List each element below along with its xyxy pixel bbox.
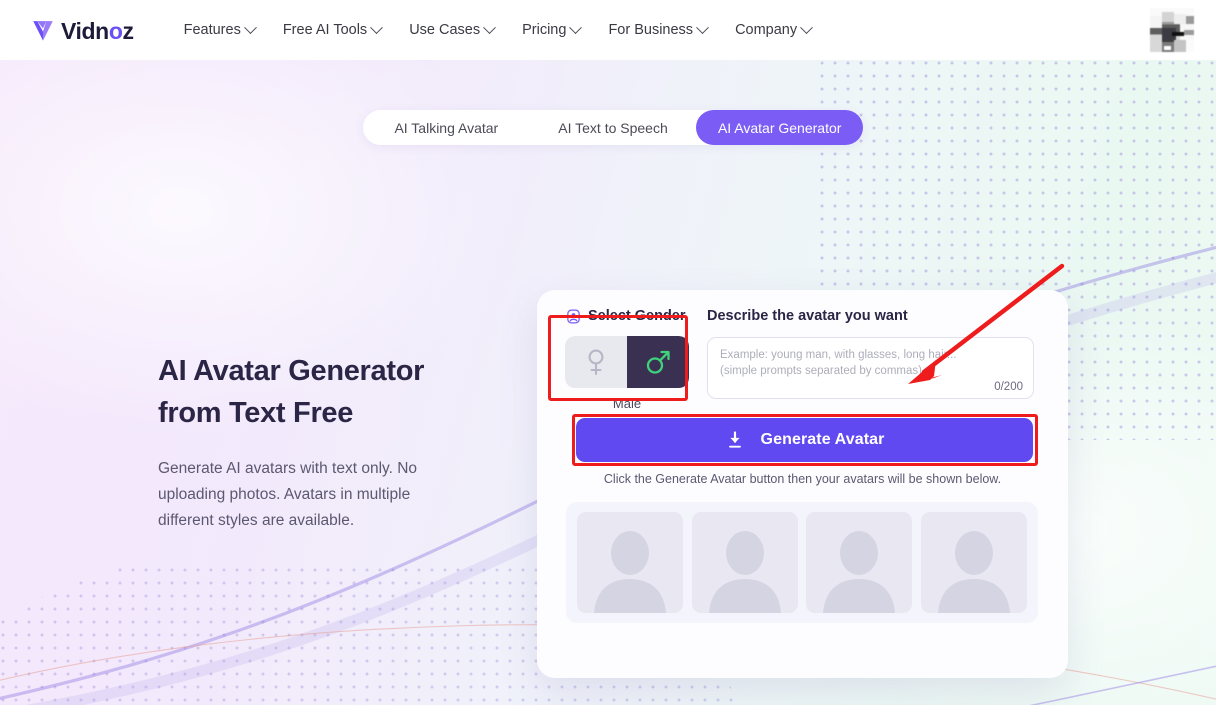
generate-hint-text: Click the Generate Avatar button then yo… — [603, 472, 1002, 486]
character-counter: 0/200 — [994, 381, 1023, 393]
headline-line-2: from Text Free — [158, 397, 354, 429]
select-gender-label: Select Gender — [565, 306, 715, 326]
chevron-down-icon — [370, 20, 384, 34]
person-badge-icon — [567, 308, 580, 324]
gender-option-group — [565, 336, 689, 388]
chevron-down-icon — [483, 20, 496, 34]
logo-text-main: Vidn — [61, 17, 109, 44]
tool-tab-switcher: AI Talking Avatar AI Text to Speech AI A… — [363, 110, 864, 145]
site-header: Vidnoz Features Free AI Tools Use Cases … — [0, 0, 1216, 60]
avatar-generator-card: Select Gender Male Describe the avatar y… — [537, 290, 1068, 678]
tab-ai-avatar-generator[interactable]: AI Avatar Generator — [696, 110, 864, 145]
nav-item-free-ai-tools[interactable]: Free AI Tools — [269, 16, 395, 44]
person-silhouette-icon — [937, 531, 1010, 613]
field-label-text: Describe the avatar you want — [707, 308, 908, 324]
nav-item-for-business[interactable]: For Business — [594, 16, 721, 44]
nav-label: Use Cases — [409, 22, 481, 38]
female-venus-icon — [588, 349, 604, 376]
gender-option-female[interactable] — [565, 336, 627, 388]
vidnoz-v-logo-icon — [33, 21, 53, 41]
nav-item-pricing[interactable]: Pricing — [508, 16, 594, 44]
field-label-text: Select Gender — [588, 308, 686, 324]
person-silhouette-icon — [708, 531, 781, 613]
hero-subcopy: Generate AI avatars with text only. No u… — [158, 460, 418, 529]
avatar[interactable] — [1150, 8, 1194, 52]
person-silhouette-icon — [823, 531, 896, 613]
nav-label: Free AI Tools — [282, 22, 368, 38]
generate-avatar-button[interactable]: Generate Avatar — [576, 418, 1033, 462]
chevron-down-icon — [696, 20, 709, 34]
nav-label: Pricing — [522, 22, 567, 38]
logo-text-tail: z — [122, 17, 134, 44]
gender-option-male[interactable] — [627, 336, 689, 388]
avatar-results-panel — [566, 502, 1038, 623]
avatar-placeholder-3[interactable] — [806, 512, 913, 613]
generate-avatar-label: Generate Avatar — [760, 431, 885, 448]
describe-avatar-label: Describe the avatar you want — [707, 306, 1040, 326]
page-root: Vidnoz Features Free AI Tools Use Cases … — [0, 0, 1216, 705]
chevron-down-icon — [569, 20, 583, 34]
nav-item-company[interactable]: Company — [721, 16, 825, 44]
gender-selected-caption: Male — [612, 396, 642, 411]
describe-avatar-section: Describe the avatar you want Example: yo… — [707, 306, 1040, 399]
person-silhouette-icon — [594, 531, 666, 613]
nav-label: Company — [735, 22, 798, 38]
tab-ai-text-to-speech[interactable]: AI Text to Speech — [530, 110, 697, 145]
avatar-placeholder-4[interactable] — [920, 512, 1027, 613]
avatar-placeholder-2[interactable] — [691, 512, 798, 613]
avatar-description-input[interactable]: Example: young man, with glasses, long h… — [707, 337, 1034, 399]
description-placeholder: Example: young man, with glasses, long h… — [720, 349, 957, 377]
chevron-down-icon — [243, 20, 257, 34]
main-navigation: Features Free AI Tools Use Cases Pricing… — [170, 16, 826, 44]
logo-text-accent: o — [108, 17, 123, 44]
tab-label: AI Avatar Generator — [717, 119, 842, 136]
download-arrow-icon — [728, 431, 741, 448]
headline-line-1: AI Avatar Generator — [158, 355, 425, 387]
tab-label: AI Talking Avatar — [394, 119, 499, 136]
logo-wordmark: Vidnoz — [61, 18, 134, 45]
tab-label: AI Text to Speech — [558, 119, 668, 136]
tab-ai-talking-avatar[interactable]: AI Talking Avatar — [363, 110, 530, 145]
nav-label: For Business — [608, 22, 694, 38]
chevron-down-icon — [800, 20, 813, 34]
select-gender-section: Select Gender Male — [565, 306, 715, 411]
nav-item-features[interactable]: Features — [170, 16, 269, 44]
page-title: AI Avatar Generator from Text Free — [158, 350, 458, 434]
male-mars-icon — [646, 350, 670, 374]
logo[interactable]: Vidnoz — [30, 17, 134, 44]
hero-copy: AI Avatar Generator from Text Free Gener… — [158, 350, 458, 534]
avatar-placeholder-1[interactable] — [577, 512, 683, 613]
nav-label: Features — [183, 22, 241, 38]
nav-item-use-cases[interactable]: Use Cases — [395, 16, 508, 44]
